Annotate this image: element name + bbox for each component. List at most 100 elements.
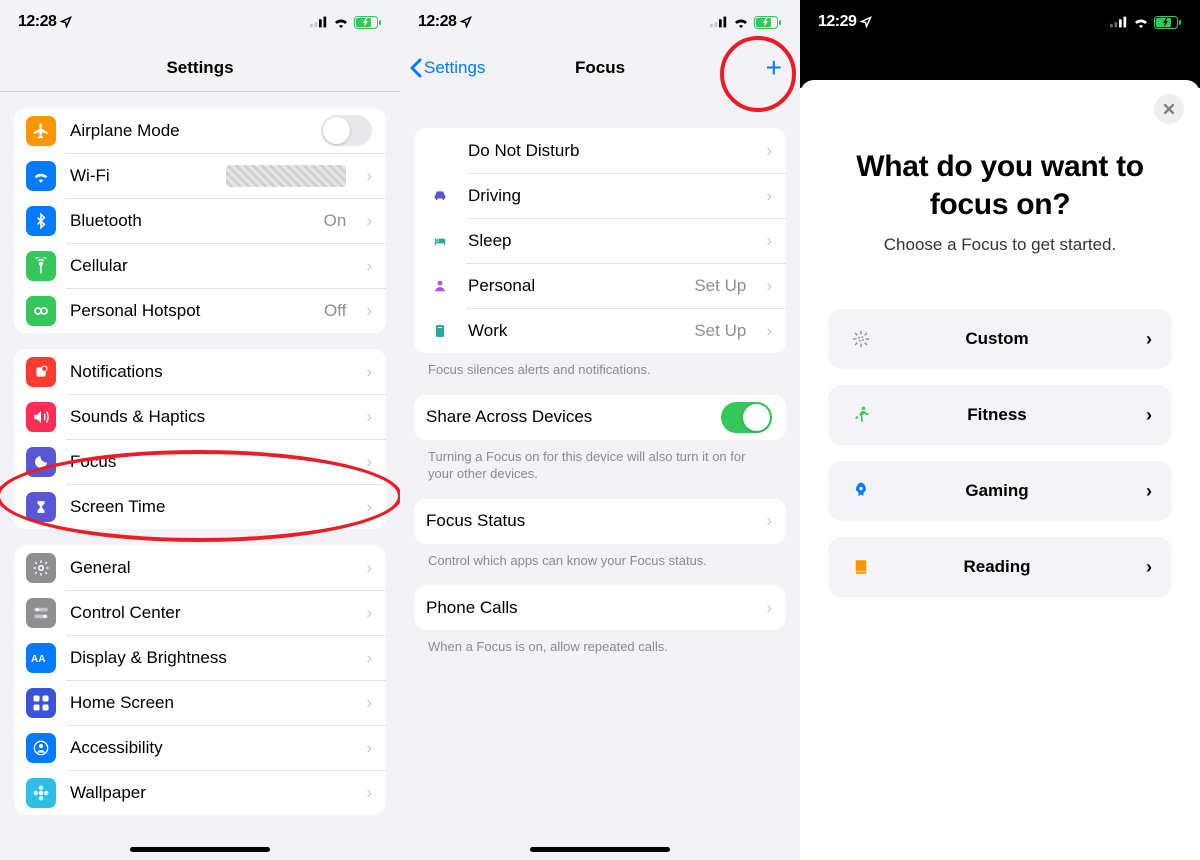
- focus-option-reading[interactable]: Reading ›: [828, 537, 1172, 597]
- sparkle-icon: [848, 328, 874, 350]
- bell-icon: [26, 357, 56, 387]
- settings-row-sounds-haptics[interactable]: Sounds & Haptics›: [14, 394, 386, 439]
- gear-icon: [26, 553, 56, 583]
- close-button[interactable]: [1154, 94, 1184, 124]
- toggle[interactable]: [321, 115, 372, 146]
- row-label: Focus: [70, 452, 346, 472]
- focus-mode-label: Do Not Disturb: [468, 141, 746, 161]
- settings-row-airplane-mode[interactable]: Airplane Mode: [14, 108, 386, 153]
- settings-group: Notifications›Sounds & Haptics›Focus›Scr…: [14, 349, 386, 529]
- settings-row-control-center[interactable]: Control Center ›: [14, 590, 386, 635]
- row-value: Off: [324, 301, 346, 321]
- wifi-status-icon: [1133, 16, 1149, 28]
- row-label: Bluetooth: [70, 211, 310, 231]
- chevron-right-icon: ›: [366, 166, 372, 186]
- row-label: Airplane Mode: [70, 121, 307, 141]
- moon-icon: [26, 447, 56, 477]
- airplane-icon: [26, 116, 56, 146]
- settings-row-screen-time[interactable]: Screen Time›: [14, 484, 386, 529]
- focus-mode-label: Sleep: [468, 231, 746, 251]
- chevron-right-icon: ›: [1146, 481, 1152, 502]
- back-button[interactable]: Settings: [410, 58, 485, 78]
- location-icon: [860, 16, 872, 28]
- focus-mode-row[interactable]: Do Not Disturb›: [414, 128, 786, 173]
- chevron-right-icon: ›: [366, 603, 372, 623]
- phone-calls-row[interactable]: Phone Calls ›: [414, 585, 786, 630]
- home-indicator[interactable]: [530, 847, 670, 852]
- hotspot-icon: [26, 296, 56, 326]
- signal-icon: [310, 16, 328, 28]
- chevron-right-icon: ›: [766, 231, 772, 251]
- location-icon: [60, 16, 72, 28]
- share-across-devices-row[interactable]: Share Across Devices: [414, 395, 786, 440]
- chevron-right-icon: ›: [1146, 329, 1152, 350]
- focus-option-custom[interactable]: Custom›: [828, 309, 1172, 369]
- focus-mode-row[interactable]: WorkSet Up›: [414, 308, 786, 353]
- status-group: Focus Status ›: [414, 499, 786, 544]
- focus-mode-accessory: Set Up: [694, 321, 746, 341]
- focus-mode-accessory: Set Up: [694, 276, 746, 296]
- settings-row-focus[interactable]: Focus›: [14, 439, 386, 484]
- row-label: Accessibility: [70, 738, 346, 758]
- row-label: Control Center: [70, 603, 346, 623]
- focus-mode-label: Driving: [468, 186, 746, 206]
- row-value: On: [324, 211, 347, 231]
- chevron-right-icon: ›: [366, 648, 372, 668]
- status-footer: Control which apps can know your Focus s…: [428, 552, 772, 570]
- modal-subheading: Choose a Focus to get started.: [820, 235, 1180, 255]
- chevron-right-icon: ›: [366, 693, 372, 713]
- share-group: Share Across Devices: [414, 395, 786, 440]
- phone-new-focus: 12:29 What do you want to focus on? Choo…: [800, 0, 1200, 860]
- share-toggle[interactable]: [721, 402, 772, 433]
- statusbar-time: 12:28: [418, 13, 472, 31]
- status-bar: 12:29: [800, 0, 1200, 44]
- share-footer: Turning a Focus on for this device will …: [428, 448, 772, 483]
- focus-mode-row[interactable]: Driving›: [414, 173, 786, 218]
- focus-option-label: Fitness: [890, 405, 1130, 425]
- briefcase-icon: [426, 322, 454, 340]
- settings-row-notifications[interactable]: Notifications›: [14, 349, 386, 394]
- add-focus-button[interactable]: +: [766, 54, 782, 82]
- nav-bar: Settings: [0, 44, 400, 92]
- focus-option-fitness[interactable]: Fitness›: [828, 385, 1172, 445]
- runner-icon: [848, 404, 874, 426]
- grid-icon: [26, 688, 56, 718]
- battery-icon: [754, 16, 782, 29]
- settings-row-home-screen[interactable]: Home Screen›: [14, 680, 386, 725]
- chevron-right-icon: ›: [766, 511, 772, 531]
- focus-mode-label: Work: [468, 321, 680, 341]
- settings-row-wallpaper[interactable]: Wallpaper›: [14, 770, 386, 815]
- focus-status-row[interactable]: Focus Status ›: [414, 499, 786, 544]
- focus-option-gaming[interactable]: Gaming ›: [828, 461, 1172, 521]
- chevron-right-icon: ›: [366, 497, 372, 517]
- page-title: Focus: [575, 58, 625, 78]
- home-indicator[interactable]: [130, 847, 270, 852]
- page-title: Settings: [166, 58, 233, 78]
- chevron-left-icon: [410, 58, 422, 78]
- signal-icon: [710, 16, 728, 28]
- row-label: Wi-Fi: [70, 166, 212, 186]
- phone-focus-settings: 12:28 Settings Focus + Do Not Disturb›Dr…: [400, 0, 800, 860]
- settings-row-wi-fi[interactable]: Wi-Fi ›: [14, 153, 386, 198]
- focus-option-label: Gaming: [890, 481, 1130, 501]
- settings-row-personal-hotspot[interactable]: Personal HotspotOff›: [14, 288, 386, 333]
- settings-group: Airplane Mode Wi-Fi › Bluetooth On › Cellular›…: [14, 108, 386, 333]
- status-bar: 12:28: [0, 0, 400, 44]
- rocket-icon: [848, 480, 874, 502]
- signal-icon: [1110, 16, 1128, 28]
- settings-row-display-brightness[interactable]: AADisplay & Brightness›: [14, 635, 386, 680]
- chevron-right-icon: ›: [366, 783, 372, 803]
- focus-option-label: Reading: [890, 557, 1130, 577]
- settings-row-bluetooth[interactable]: BluetoothOn›: [14, 198, 386, 243]
- row-label: Display & Brightness: [70, 648, 346, 668]
- switches-icon: [26, 598, 56, 628]
- focus-mode-row[interactable]: Sleep ›: [414, 218, 786, 263]
- bluetooth-icon: [26, 206, 56, 236]
- settings-row-accessibility[interactable]: Accessibility›: [14, 725, 386, 770]
- settings-row-cellular[interactable]: Cellular›: [14, 243, 386, 288]
- chevron-right-icon: ›: [1146, 557, 1152, 578]
- wifi-status-icon: [333, 16, 349, 28]
- focus-mode-row[interactable]: PersonalSet Up›: [414, 263, 786, 308]
- antenna-icon: [26, 251, 56, 281]
- settings-row-general[interactable]: General›: [14, 545, 386, 590]
